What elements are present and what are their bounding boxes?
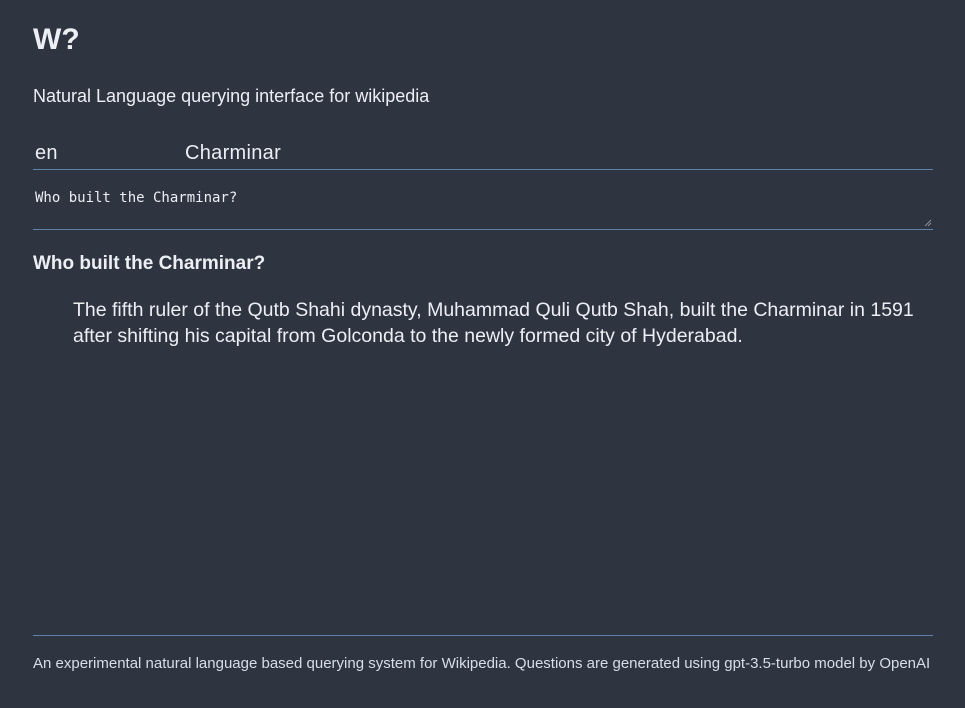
query-row — [33, 138, 933, 170]
answer-text: The fifth ruler of the Qutb Shahi dynast… — [73, 299, 914, 347]
footer-divider — [33, 635, 933, 636]
question-box: Who built the Charminar? — [33, 178, 933, 230]
language-input[interactable] — [35, 138, 175, 169]
answer-question-heading: Who built the Charminar? — [33, 253, 266, 274]
app-subtitle: Natural Language querying interface for … — [33, 86, 430, 106]
article-input[interactable] — [185, 138, 925, 169]
footer-text: An experimental natural language based q… — [33, 655, 931, 672]
app-page: W? Natural Language querying interface f… — [0, 0, 965, 708]
resize-handle-icon[interactable] — [924, 219, 932, 227]
question-textarea[interactable]: Who built the Charminar? — [33, 178, 933, 229]
app-title: W? — [33, 23, 80, 56]
